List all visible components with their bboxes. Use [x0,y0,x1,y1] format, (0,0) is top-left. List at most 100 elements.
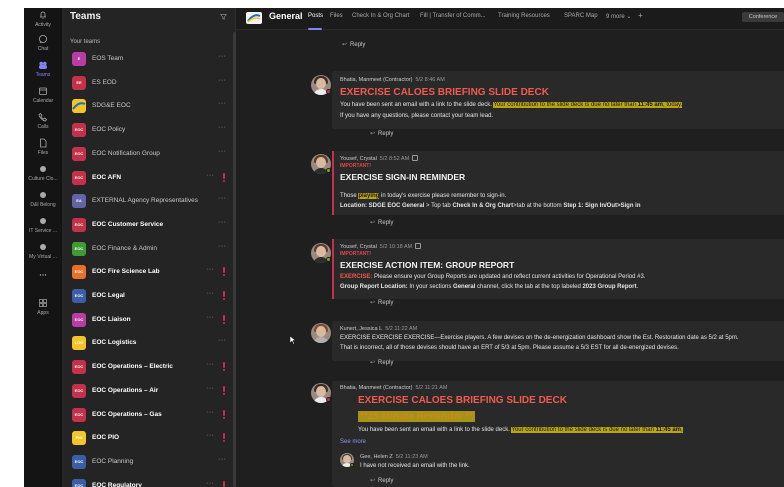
team-name: EOC Regulatory [92,481,142,487]
copy-icon[interactable] [415,243,422,249]
tab-training-resources[interactable]: Training Resources [498,13,550,19]
rail-item-5[interactable]: Files [24,138,62,156]
urgent-alert-icon [223,409,225,419]
more-options-icon[interactable]: ··· [218,100,227,107]
team-avatar: EOC AFN [72,170,86,185]
team-row[interactable]: E EOS Team ··· [62,48,234,70]
more-options-icon[interactable]: ··· [218,456,227,463]
filter-icon[interactable] [220,13,227,20]
see-more-link[interactable]: See more [340,439,366,445]
team-row[interactable]: EOC OPS E EOC Operations – Electric ··· [62,356,234,378]
tab-sparc-map[interactable]: SPARC Map [564,13,598,19]
urgent-alert-icon [223,172,225,182]
team-row[interactable]: EA EXTERNAL Agency Representatives ··· [62,190,234,212]
team-name: EOC Planning [92,457,134,465]
more-options-icon[interactable]: ··· [218,195,227,202]
team-row[interactable]: SDG&E EOC ··· [62,95,234,117]
team-row[interactable]: EOC LEGAL EOC Legal ··· [62,285,234,307]
message-author[interactable]: Bhatia, Manmeet (Contractor) [340,77,412,83]
team-row[interactable]: EOC FIN EOC Finance & Admin ··· [62,238,234,260]
reply-link[interactable]: ↩ Reply [342,41,365,48]
more-options-icon[interactable]: ··· [206,266,215,273]
team-avatar: EOC OPS G [72,407,86,422]
add-tab-button[interactable]: + [638,11,643,20]
tab-transfer-of-comm[interactable]: Fill | Transfer of Comm... [420,13,486,19]
more-options-icon[interactable]: ··· [206,409,215,416]
team-avatar: EOC OPS E [72,360,86,375]
tab-more[interactable]: 9 more ⌄ [606,13,631,20]
message-line: Group Report Location: In your sections … [340,284,638,290]
message-title: EXERCISE CALOES BRIEFING SLIDE DECK [358,395,567,406]
rail-item-2[interactable]: Teams [24,60,62,78]
more-options-icon[interactable]: ··· [218,77,227,84]
more-options-icon[interactable]: ··· [218,148,227,155]
conference-button[interactable]: Conference [742,12,784,22]
reply-link[interactable]: ↩ Reply [370,477,393,484]
team-name: EOC Customer Service [92,220,164,228]
team-row[interactable]: EOC OPS G EOC Operations – Gas ··· [62,404,234,426]
rail-item-8[interactable]: IT Service ... [24,216,62,234]
reply-link[interactable]: ↩ Reply [370,219,393,226]
presence-busy-icon [326,397,331,402]
team-row[interactable]: EE ES EOD ··· [62,72,234,94]
rail-item-10[interactable] [24,270,62,282]
message-author[interactable]: Bhatia, Manmeet (Contractor) [340,385,412,391]
more-options-icon[interactable]: ··· [218,337,227,344]
reply-link[interactable]: ↩ Reply [370,299,393,306]
team-avatar [72,99,86,114]
team-row[interactable]: EOC PLAN EOC Planning ··· [62,451,234,473]
more-options-icon[interactable]: ··· [206,432,215,439]
app-rail: Activity Chat Teams Calendar Calls Files Cultu… [24,8,62,487]
team-row[interactable]: PIO EOC PIO ··· [62,427,234,449]
more-options-icon[interactable]: ··· [218,124,227,131]
team-name: EOC Liaison [92,315,131,323]
bold-text: Group Report Location: [340,284,408,290]
team-row[interactable]: EOC FSL EOC Fire Science Lab ··· [62,261,234,283]
more-options-icon[interactable]: ··· [206,385,215,392]
team-row[interactable]: EOC OPS A EOC Operations – Air ··· [62,380,234,402]
message-meta: Kunert, Jessica L 5/2 11:22 AM [340,326,417,332]
more-options-icon[interactable]: ··· [206,290,215,297]
tab-check-in[interactable]: Check In & Org Chart [352,13,409,19]
rail-item-4[interactable]: Calls [24,112,62,130]
more-options-icon[interactable]: ··· [218,53,227,60]
team-row[interactable]: EOC EOC Regulatory ··· [62,475,234,487]
team-avatar: E [72,52,86,66]
message-text: Those [340,193,359,199]
rail-item-0[interactable]: Activity [24,10,62,28]
team-row[interactable]: EOC Liaison EOC Liaison ··· [62,309,234,331]
reply-author[interactable]: Gee, Helen Z [360,454,393,460]
more-options-icon[interactable]: ··· [206,314,215,321]
team-row[interactable]: EOC NOTIF EOC Notification Group ··· [62,143,234,165]
copy-icon[interactable] [412,155,419,161]
tab-files[interactable]: Files [330,13,343,19]
team-row[interactable]: EOC Policy EOC Policy ··· [62,119,234,141]
rail-item-1[interactable]: Chat [24,34,62,52]
team-name: EOS Team [92,55,124,62]
message-author[interactable]: Kunert, Jessica L [340,326,382,332]
message-time: 5/2 10:18 AM [379,244,413,250]
more-options-icon[interactable]: ··· [218,243,227,250]
team-avatar: EA [72,194,86,209]
reply-link[interactable]: ↩ Reply [370,130,393,137]
more-options-icon[interactable]: ··· [206,361,215,368]
more-options-icon[interactable]: ··· [206,172,215,179]
avatar[interactable] [311,323,331,343]
team-row[interactable]: LOG EOC Logistics ··· [62,332,234,354]
reply-link[interactable]: ↩ Reply [370,359,393,366]
highlighted-text: Your contribution to the slide deck is d… [493,102,638,108]
team-row[interactable]: EOC CS EOC Customer Service ··· [62,214,234,236]
message-author[interactable]: Yousef, Crystal [340,156,377,162]
rail-item-7[interactable]: D&I Belong [24,190,62,208]
message-author[interactable]: Yousef, Crystal [340,244,377,250]
rail-item-6[interactable]: Culture Clo... [24,164,62,182]
team-row[interactable]: EOC AFN EOC AFN ··· [62,167,234,189]
rail-item-9[interactable]: My Virtual ... [24,242,62,260]
tab-posts[interactable]: Posts [308,13,323,19]
rail-item-3[interactable]: Calendar [24,86,62,104]
rail-item-11[interactable]: Apps [24,298,62,316]
more-options-icon[interactable]: ··· [206,480,215,487]
rail-item-label: Teams [35,72,51,78]
team-name: EOC Fire Science Lab [92,268,160,276]
more-options-icon[interactable]: ··· [218,219,227,226]
